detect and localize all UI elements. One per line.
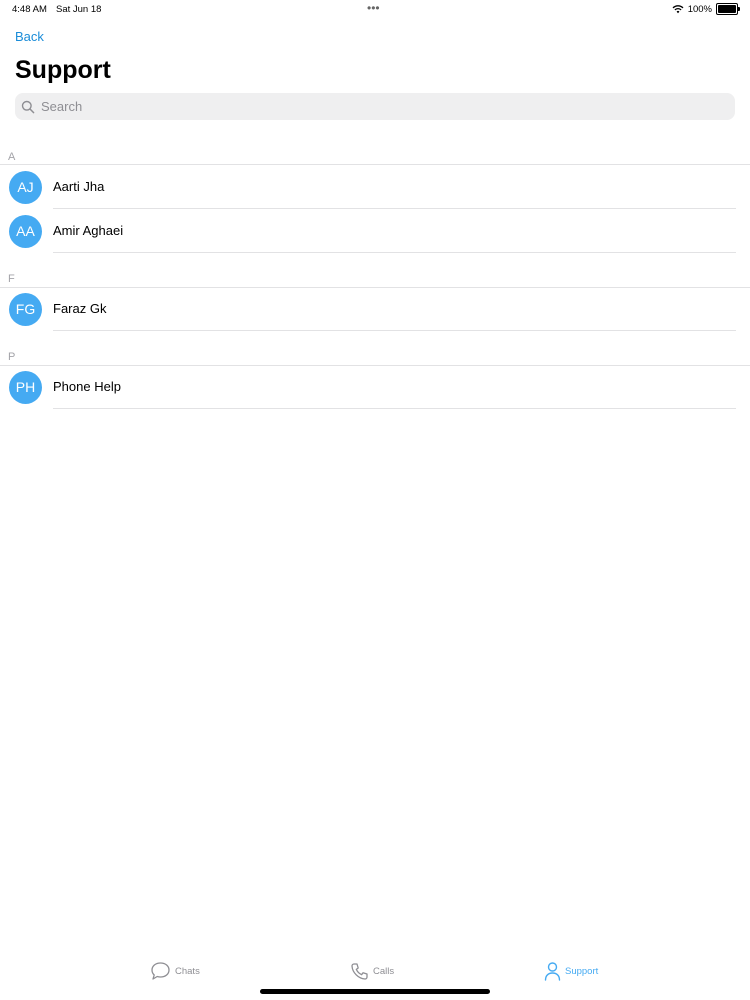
avatar: AA	[9, 215, 42, 248]
contact-row-aarti-jha[interactable]: AJ Aarti Jha	[0, 165, 750, 209]
contact-name: Faraz Gk	[53, 301, 107, 316]
section-header-p: P	[8, 351, 16, 363]
row-divider	[53, 330, 736, 331]
phone-icon	[351, 962, 368, 980]
search-input[interactable]	[39, 98, 723, 115]
contact-name: Amir Aghaei	[53, 223, 124, 238]
row-divider	[53, 408, 736, 409]
tab-label: Support	[565, 965, 599, 977]
contact-row-phone-help[interactable]: PH Phone Help	[0, 365, 750, 409]
multitasking-dots-icon[interactable]: •••	[367, 2, 380, 14]
home-indicator[interactable]	[260, 989, 490, 994]
avatar: FG	[9, 293, 42, 326]
status-time: 4:48 AM	[12, 4, 47, 15]
status-right: 100%	[672, 3, 740, 15]
section-header-a: A	[8, 151, 16, 163]
search-bar[interactable]	[15, 93, 735, 120]
avatar: PH	[9, 371, 42, 404]
contact-name: Aarti Jha	[53, 179, 105, 194]
chat-bubble-icon	[151, 962, 170, 980]
tab-chats[interactable]: Chats	[150, 960, 200, 982]
back-button[interactable]: Back	[15, 29, 44, 44]
tab-label: Calls	[373, 965, 395, 977]
status-bar: 4:48 AM Sat Jun 18 ••• 100%	[0, 0, 750, 18]
avatar: AJ	[9, 171, 42, 204]
search-icon	[21, 100, 35, 113]
contact-row-amir-aghaei[interactable]: AA Amir Aghaei	[0, 209, 750, 253]
status-date: Sat Jun 18	[56, 4, 102, 15]
person-icon	[544, 962, 561, 981]
tab-support[interactable]: Support	[544, 960, 598, 982]
contact-name: Phone Help	[53, 379, 121, 394]
battery-percent: 100%	[687, 3, 712, 15]
support-screen: 4:48 AM Sat Jun 18 ••• 100% Back Support…	[0, 0, 750, 1000]
wifi-icon	[672, 5, 684, 14]
contact-row-faraz-gk[interactable]: FG Faraz Gk	[0, 287, 750, 331]
battery-icon	[716, 3, 740, 15]
tab-label: Chats	[175, 965, 200, 977]
page-title: Support	[15, 56, 111, 84]
row-divider	[53, 252, 736, 253]
tab-calls[interactable]: Calls	[350, 960, 394, 982]
section-header-f: F	[8, 273, 15, 285]
